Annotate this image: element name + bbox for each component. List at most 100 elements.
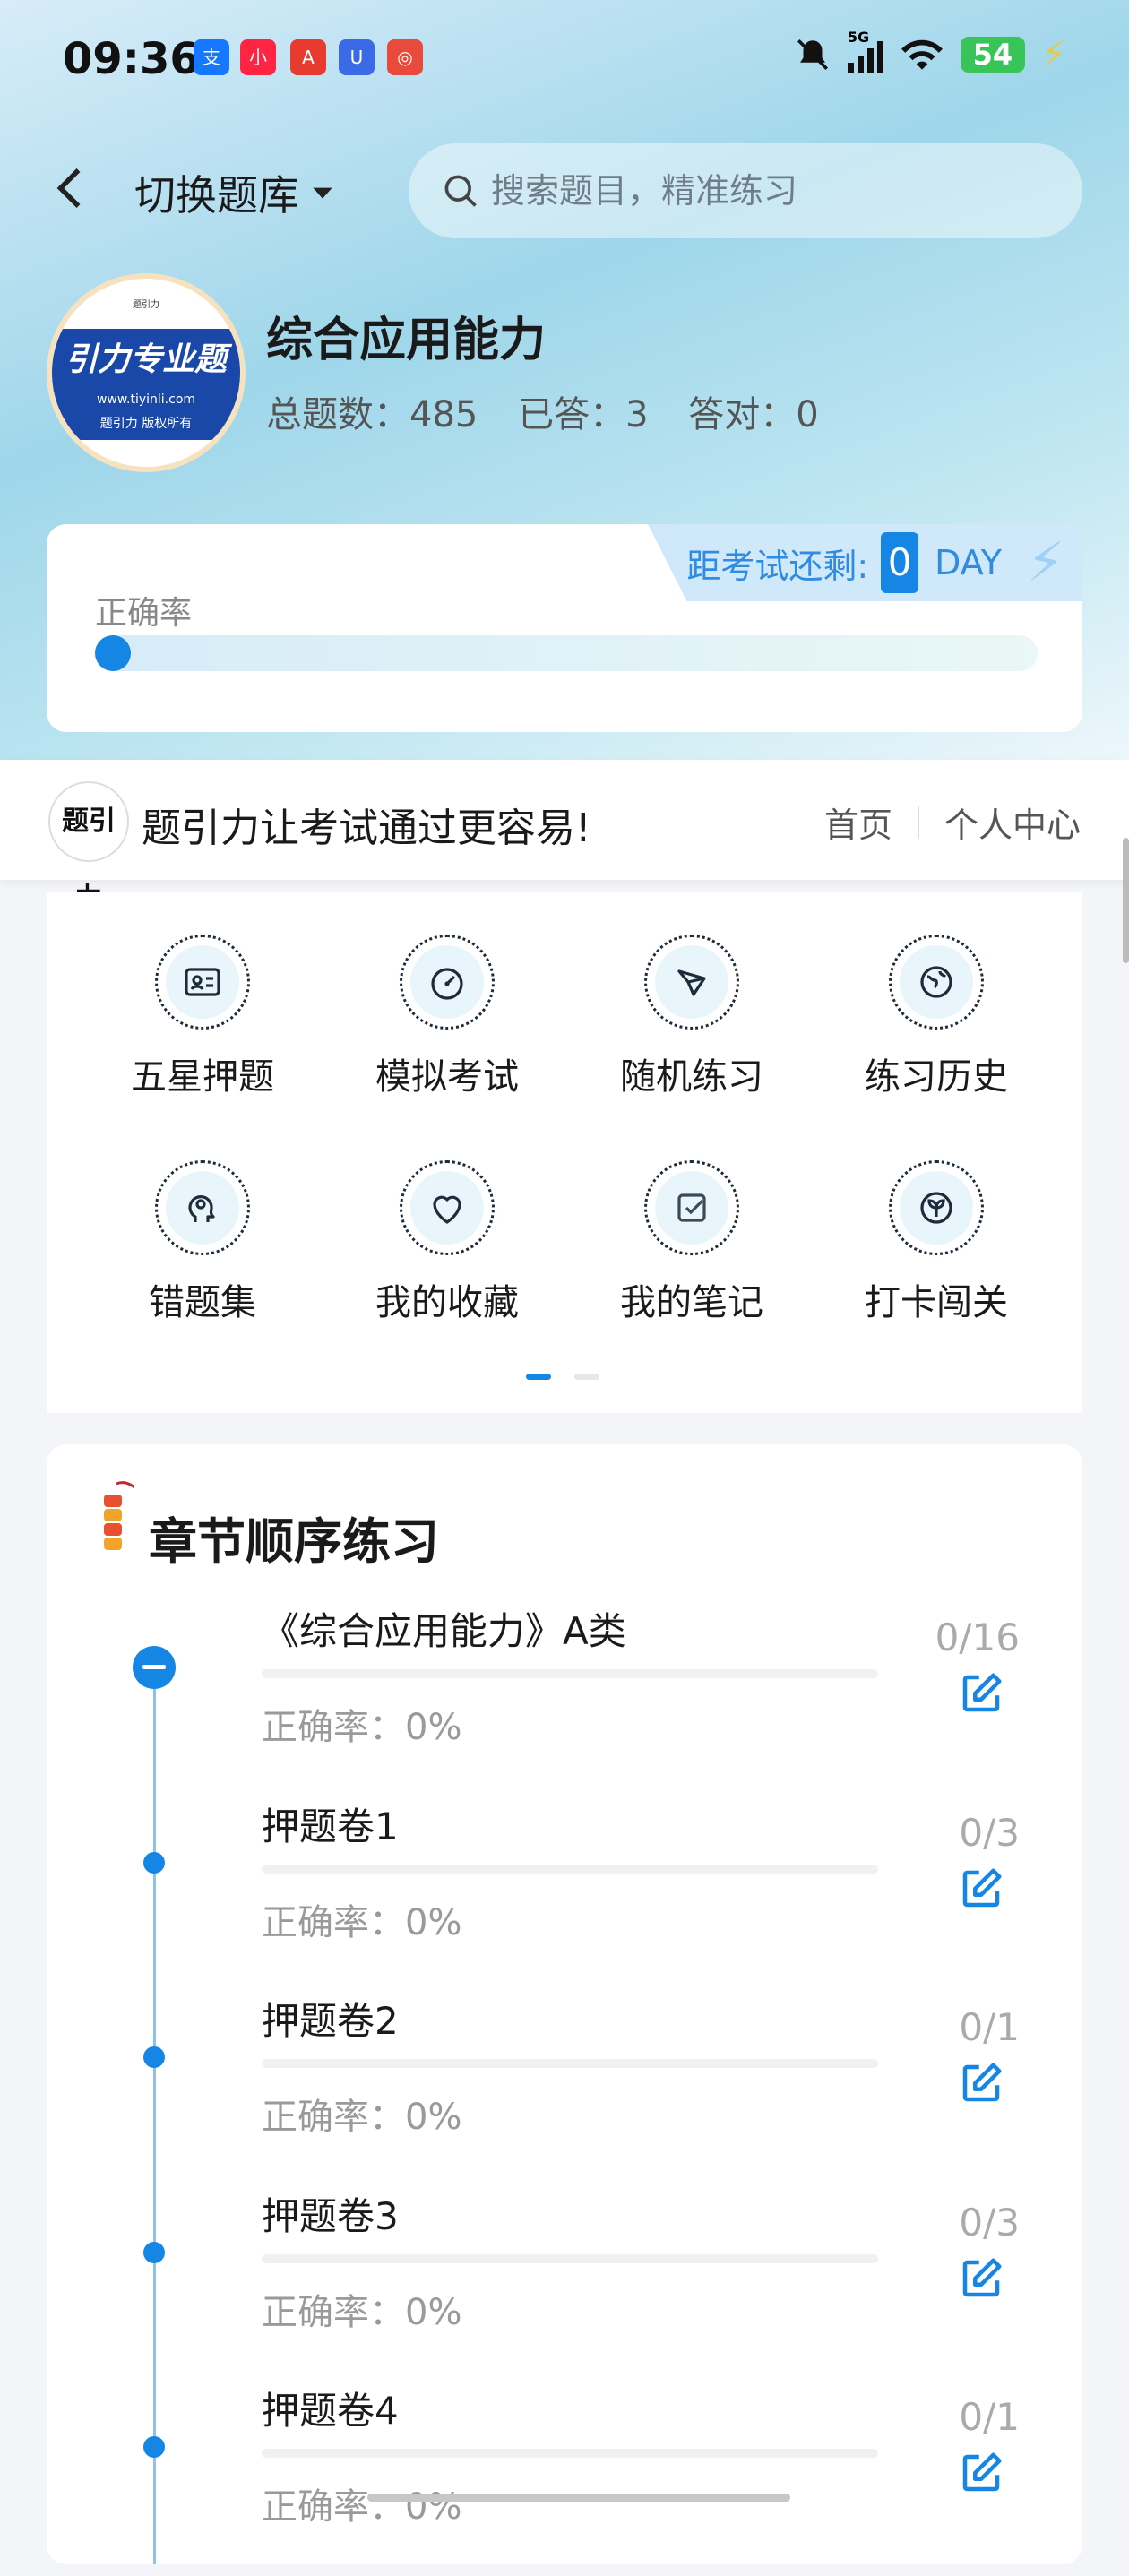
bank-stats: 总题数：485 已答：3 答对：0 — [266, 385, 848, 437]
app-u-icon: U — [339, 39, 375, 75]
exam-countdown: 距考试还剩: 0 DAY — [648, 524, 1082, 601]
signal-icon: 5G — [847, 29, 883, 73]
shuffle-icon — [677, 969, 706, 996]
timeline-node — [143, 1852, 165, 1874]
chapter-section-title: 章节顺序练习 — [149, 1513, 439, 1570]
grid-item-random-practice[interactable]: 随机练习 — [566, 935, 817, 1099]
bank-badge: 题引力 引力专业题 www.tiyinli.com 题引力 版权所有 — [47, 273, 246, 472]
grid-item-history[interactable]: 练习历史 — [811, 935, 1062, 1099]
grid-icon-inner — [900, 1171, 973, 1245]
badge-url: www.tiyinli.com — [52, 388, 240, 411]
grid-icon-inner — [166, 1171, 239, 1245]
grid-label: 我的收藏 — [375, 1282, 519, 1323]
link-divider — [917, 806, 919, 839]
edit-icon[interactable] — [957, 2059, 1005, 2107]
edit-icon[interactable] — [957, 1865, 1005, 1913]
badge-copyright: 题引力 版权所有 — [52, 411, 240, 440]
chapter-progress-bar — [262, 2059, 878, 2068]
brand-bar: 题引力 题引力让考试通过更容易! 首页 个人中心 — [0, 760, 1129, 914]
app-game-icon: ◎ — [387, 39, 423, 75]
heart-icon — [433, 1195, 461, 1224]
grid-icon-inner — [410, 945, 484, 1019]
battery-indicator: 54 — [960, 37, 1025, 73]
countdown-days: 0 — [881, 532, 919, 593]
chapter-count: 0/1 — [959, 2395, 1020, 2439]
charging-icon: ⚡ — [1040, 34, 1066, 75]
countdown-unit: DAY — [935, 543, 1002, 582]
chapter-name: 押题卷1 — [262, 1805, 399, 1848]
history-globe-icon — [920, 966, 952, 998]
search-icon — [444, 175, 477, 207]
chapter-progress-bar — [262, 2254, 878, 2263]
home-indicator[interactable] — [367, 2494, 790, 2502]
search-bar[interactable] — [409, 143, 1082, 238]
timeline-node — [143, 2436, 165, 2458]
switch-bank-button[interactable]: 切换题库 — [134, 163, 337, 222]
status-bar: 09:36 支 小 A U ◎ 5G 54 ⚡ — [0, 0, 1129, 125]
network-label: 5G — [847, 29, 870, 46]
edit-icon[interactable] — [957, 2254, 1005, 2303]
edit-icon[interactable] — [957, 2449, 1005, 2497]
grid-icon-inner — [166, 945, 239, 1019]
xiaohongshu-icon: 小 — [240, 39, 276, 75]
brain-icon — [188, 1195, 215, 1222]
grid-item-five-star[interactable]: 五星押题 — [77, 935, 328, 1099]
search-input[interactable] — [489, 170, 1066, 211]
feature-grid: 五星押题 模拟考试 随机练习 练习历史 错题集 我的收藏 我的笔记 打卡闯关 — [47, 892, 1082, 1413]
grid-item-notes[interactable]: 我的笔记 — [566, 1160, 817, 1325]
chapter-item[interactable]: 押题卷2 正确率：0% 0/1 — [47, 1991, 1082, 2186]
chapter-accuracy: 正确率：0% — [262, 1902, 462, 1943]
collapse-icon[interactable] — [133, 1646, 176, 1689]
page-dot-active[interactable] — [526, 1374, 551, 1380]
grid-icon-inner — [410, 1171, 484, 1245]
chapter-item[interactable]: 《综合应用能力》A类 正确率：0% 0/16 — [47, 1601, 1082, 1796]
badge-title: 引力专业题 — [52, 329, 240, 392]
profile-center-link[interactable]: 个人中心 — [944, 797, 1081, 847]
checkbox-note-icon — [677, 1193, 706, 1222]
alipay-icon: 支 — [194, 39, 229, 75]
grid-item-mock-exam[interactable]: 模拟考试 — [322, 935, 573, 1099]
edit-icon[interactable] — [957, 1669, 1005, 1718]
question-bank-profile: 题引力 引力专业题 www.tiyinli.com 题引力 版权所有 综合应用能… — [47, 273, 1086, 472]
chapter-count: 0/16 — [935, 1615, 1020, 1659]
grid-label: 随机练习 — [620, 1056, 763, 1098]
home-link[interactable]: 首页 — [824, 797, 892, 847]
accuracy-label: 正确率 — [95, 595, 193, 632]
chapter-item[interactable]: 押题卷3 正确率：0% 0/3 — [47, 2186, 1082, 2382]
system-icons: 5G 54 ⚡ — [794, 29, 1066, 75]
chapter-item[interactable]: 押题卷4 正确率：0% 0/1 — [47, 2381, 1082, 2576]
back-icon[interactable] — [45, 161, 99, 215]
id-card-icon — [185, 968, 220, 996]
chapter-accuracy: 正确率：0% — [262, 2486, 462, 2528]
chapter-name: 押题卷3 — [262, 2194, 399, 2238]
grid-icon-inner — [900, 945, 973, 1019]
brand-logo: 题引力 — [48, 781, 129, 914]
grid-icon-ring — [644, 935, 739, 1030]
top-nav: 切换题库 — [0, 143, 1129, 242]
grid-label: 练习历史 — [865, 1056, 1008, 1098]
accuracy-card: 距考试还剩: 0 DAY ⚡ 正确率 — [47, 524, 1082, 732]
page-scrollbar[interactable] — [1123, 838, 1129, 963]
total-count: 总题数：485 — [266, 394, 478, 435]
chapter-item[interactable]: 押题卷1 正确率：0% 0/3 — [47, 1796, 1082, 1992]
grid-item-wrong-questions[interactable]: 错题集 — [77, 1160, 328, 1325]
lightning-icon: ⚡ — [1026, 531, 1064, 594]
grid-item-check-in[interactable]: 打卡闯关 — [811, 1160, 1062, 1325]
grid-icon-ring — [889, 1160, 984, 1255]
grid-label: 五星押题 — [131, 1056, 274, 1098]
grid-label: 我的笔记 — [620, 1282, 763, 1323]
app-a-icon: A — [290, 39, 326, 75]
brand-links: 首页 个人中心 — [824, 797, 1081, 847]
firecracker-icon — [104, 1481, 134, 1550]
chapter-accuracy: 正确率：0% — [262, 2097, 462, 2138]
page-dot[interactable] — [574, 1374, 599, 1380]
chapter-progress-bar — [262, 1865, 878, 1874]
grid-icon-inner — [655, 945, 728, 1019]
grid-item-favorites[interactable]: 我的收藏 — [322, 1160, 573, 1325]
accuracy-progress-bar — [95, 635, 1038, 671]
caret-down-icon — [313, 187, 332, 199]
chapter-count: 0/1 — [959, 2005, 1020, 2049]
chapter-accuracy: 正确率：0% — [262, 2292, 462, 2333]
brand-slogan: 题引力让考试通过更容易! — [142, 806, 591, 851]
grid-icon-inner — [655, 1171, 728, 1245]
